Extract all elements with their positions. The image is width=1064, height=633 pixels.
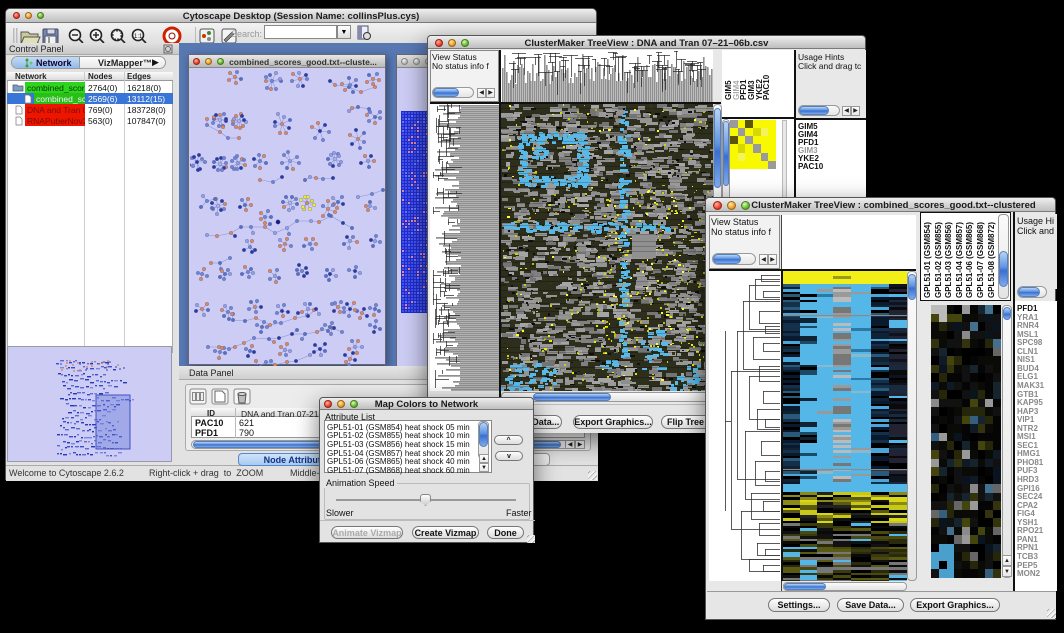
- svg-text:1:1: 1:1: [134, 34, 143, 40]
